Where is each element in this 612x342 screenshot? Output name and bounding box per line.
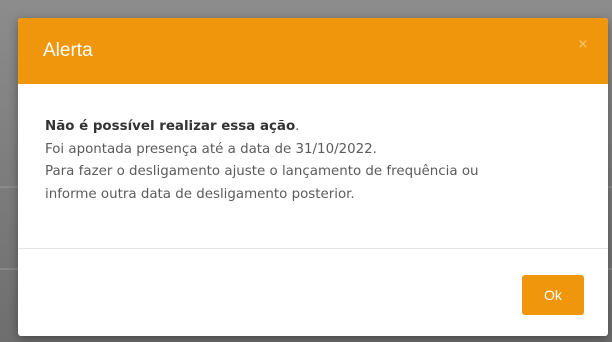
footer-divider <box>18 248 608 249</box>
message-heading-suffix: . <box>295 119 300 134</box>
message-line: Foi apontada presença até a data de 31/1… <box>45 141 377 157</box>
dialog-title: Alerta <box>43 40 93 61</box>
dialog-header: Alerta × <box>18 18 608 84</box>
message-line: Para fazer o desligamento ajuste o lança… <box>45 164 479 179</box>
message-line: informe outra data de desligamento poste… <box>45 186 355 202</box>
close-icon[interactable]: × <box>574 36 592 54</box>
ok-button[interactable]: Ok <box>522 275 584 315</box>
message-heading: Não é possível realizar essa ação <box>45 119 296 134</box>
alert-dialog: Alerta × Não é possível realizar essa aç… <box>18 18 608 336</box>
message-heading-line: Não é possível realizar essa ação. <box>45 116 585 139</box>
dialog-body: Não é possível realizar essa ação. Foi a… <box>45 116 585 206</box>
